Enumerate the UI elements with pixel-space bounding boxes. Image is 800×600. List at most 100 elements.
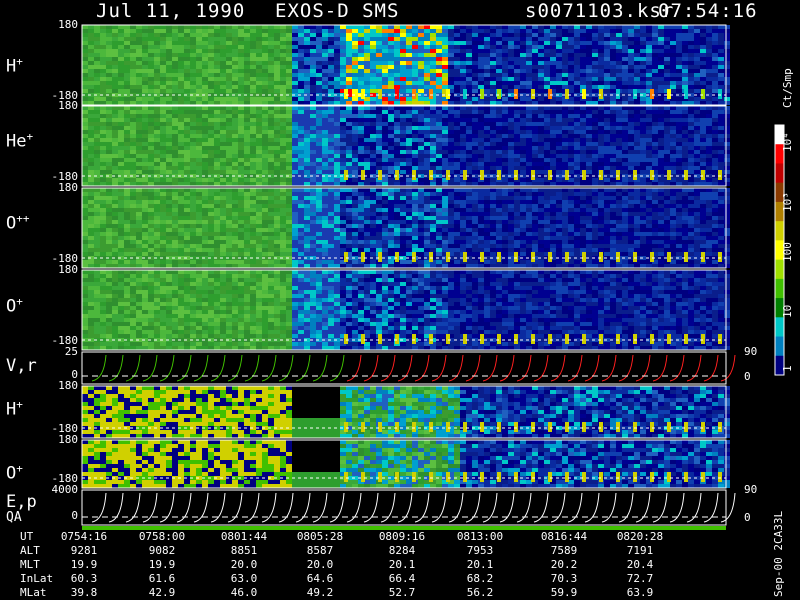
burst-mark: [684, 472, 688, 482]
burst-mark: [531, 89, 535, 99]
panel-label: V,r: [6, 356, 37, 376]
burst-mark: [548, 334, 552, 344]
burst-mark: [446, 334, 450, 344]
ephemeris-cell: 60.3: [70, 572, 98, 585]
colorbar-segment: [775, 163, 784, 184]
ephemeris-cell: 39.8: [70, 586, 98, 599]
burst-mark: [344, 252, 348, 262]
panel-label-name: He: [6, 131, 27, 152]
burst-mark: [344, 89, 348, 99]
colorbar-label: 10³: [781, 192, 794, 212]
ephemeris-cell: 8284: [388, 544, 416, 557]
ephemeris-cell: 64.6: [306, 572, 334, 585]
ephemeris-row-label: ALT: [20, 544, 40, 557]
burst-mark: [582, 422, 586, 432]
ephemeris-cell: 7191: [626, 544, 654, 557]
burst-mark: [497, 472, 501, 482]
axis-tick-top: 180: [58, 99, 78, 112]
axis-tick-bottom: 0: [71, 509, 78, 522]
burst-mark: [531, 472, 535, 482]
burst-mark: [701, 89, 705, 99]
burst-mark: [701, 334, 705, 344]
panel-label-sup: +: [16, 462, 23, 475]
burst-mark: [718, 472, 722, 482]
burst-mark: [463, 422, 467, 432]
ephemeris-cell: 9082: [148, 544, 176, 557]
panel-label: O+: [6, 462, 23, 484]
burst-mark: [480, 89, 484, 99]
burst-mark: [480, 334, 484, 344]
burst-mark: [650, 170, 654, 180]
ephemeris-row-label: UT: [20, 530, 34, 543]
burst-mark: [378, 170, 382, 180]
ephemeris-row-label: InLat: [20, 572, 54, 585]
burst-mark: [395, 334, 399, 344]
burst-mark: [412, 334, 416, 344]
burst-mark: [633, 252, 637, 262]
ephemeris-cell: 42.9: [148, 586, 176, 599]
ephemeris-cell: 0801:44: [220, 530, 268, 543]
ephemeris-cell: 20.0: [230, 558, 258, 571]
burst-mark: [344, 422, 348, 432]
burst-mark: [378, 334, 382, 344]
burst-mark: [565, 472, 569, 482]
burst-mark: [633, 170, 637, 180]
panel-label-name: H: [6, 56, 17, 77]
burst-mark: [412, 252, 416, 262]
burst-mark: [599, 89, 603, 99]
burst-mark: [667, 334, 671, 344]
burst-mark: [667, 252, 671, 262]
burst-mark: [718, 252, 722, 262]
burst-mark: [565, 252, 569, 262]
ephemeris-cell: 20.4: [626, 558, 654, 571]
burst-mark: [412, 422, 416, 432]
colorbar-label: 10: [781, 304, 794, 318]
burst-mark: [361, 472, 365, 482]
burst-mark: [463, 334, 467, 344]
ephemeris-row-label: MLT: [20, 558, 40, 571]
burst-mark: [582, 170, 586, 180]
right-tick-top: 90: [744, 483, 758, 496]
axis-tick-top: 180: [58, 181, 78, 194]
ephemeris-cell: 0816:44: [540, 530, 588, 543]
burst-mark: [531, 252, 535, 262]
burst-mark: [582, 472, 586, 482]
burst-mark: [633, 422, 637, 432]
colorbar-label: 1: [781, 365, 794, 372]
burst-mark: [395, 422, 399, 432]
ephemeris-cell: 49.2: [306, 586, 334, 599]
burst-mark: [514, 170, 518, 180]
burst-mark: [616, 472, 620, 482]
ephemeris-cell: 8851: [230, 544, 258, 557]
burst-mark: [616, 422, 620, 432]
burst-mark: [565, 334, 569, 344]
burst-mark: [616, 334, 620, 344]
colorbar-segment: [775, 221, 784, 241]
burst-mark: [378, 422, 382, 432]
burst-mark: [718, 334, 722, 344]
ephemeris-cell: 63.9: [626, 586, 654, 599]
burst-mark: [548, 89, 552, 99]
burst-mark: [548, 170, 552, 180]
burst-mark: [497, 422, 501, 432]
burst-mark: [633, 89, 637, 99]
burst-mark: [565, 422, 569, 432]
burst-mark: [701, 422, 705, 432]
ephemeris-cell: 0754:16: [60, 530, 108, 543]
burst-mark: [429, 170, 433, 180]
burst-mark: [718, 170, 722, 180]
ephemeris-cell: 61.6: [148, 572, 176, 585]
burst-mark: [650, 334, 654, 344]
burst-mark: [582, 252, 586, 262]
axis-tick-top: 180: [58, 433, 78, 446]
qa-label: QA: [6, 510, 22, 525]
ephemeris-cell: 0758:00: [138, 530, 186, 543]
ephemeris-cell: 20.2: [550, 558, 578, 571]
burst-mark: [684, 252, 688, 262]
ephemeris-cell: 7589: [550, 544, 578, 557]
burst-mark: [548, 472, 552, 482]
panel-label-name: V,r: [6, 356, 37, 376]
burst-mark: [531, 422, 535, 432]
burst-mark: [463, 472, 467, 482]
burst-mark: [548, 252, 552, 262]
